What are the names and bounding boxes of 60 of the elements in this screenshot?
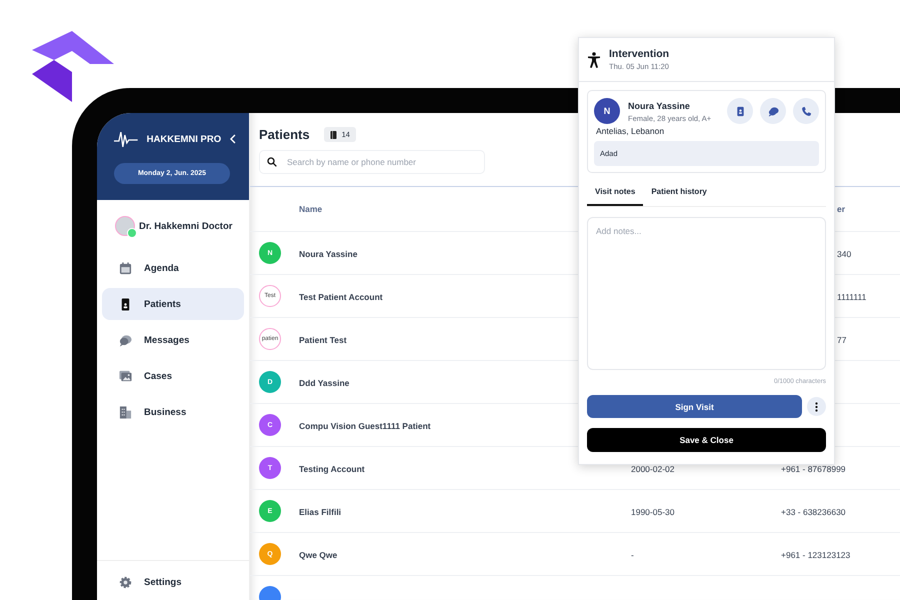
tab[interactable]: Visit notes — [587, 181, 644, 206]
logo-icon — [30, 30, 116, 102]
patient-name: Testing Account — [299, 464, 365, 474]
patient-name: Noura Yassine — [628, 101, 691, 111]
id-card-icon — [734, 106, 746, 116]
calendar-icon — [119, 262, 132, 274]
nav-item[interactable]: Agenda — [102, 252, 244, 284]
patient-name: Patient Test — [299, 335, 347, 345]
birth-date: 1990-05-30 — [631, 507, 674, 517]
sign-visit-button[interactable]: Sign Visit — [587, 395, 802, 418]
phone-icon — [800, 106, 812, 116]
birth-date: 2000-02-02 — [631, 464, 674, 474]
action-button[interactable] — [727, 98, 753, 124]
phone-number: +961 - 123123123 — [781, 550, 850, 560]
phone-number: +961 - 87678999 — [781, 464, 846, 474]
brand-name: HAKKEMNI PRO — [146, 134, 222, 144]
person-icon — [587, 52, 601, 68]
phone-number: 77 — [837, 335, 846, 345]
nav-item[interactable]: Messages — [102, 324, 244, 356]
page-title: Patients — [259, 127, 310, 142]
panel-title: Intervention — [609, 48, 670, 60]
save-close-button[interactable]: Save & Close — [587, 428, 826, 452]
column-header: Name — [299, 204, 324, 214]
phone-number: 1111111 — [837, 292, 866, 302]
search-icon — [267, 157, 277, 167]
book-icon — [330, 130, 337, 138]
more-icon — [815, 402, 818, 412]
nav-item[interactable]: Settings — [102, 566, 182, 598]
more-button[interactable] — [807, 397, 826, 416]
avatar-photo — [115, 216, 135, 236]
phone-number: +33 - 638236630 — [781, 507, 846, 517]
birth-date: - — [631, 550, 634, 560]
patient-name: Qwe Qwe — [299, 550, 338, 560]
chevron-left-icon[interactable] — [229, 134, 237, 144]
action-button[interactable] — [793, 98, 819, 124]
chat-icon — [768, 106, 778, 116]
tab[interactable]: Patient history — [643, 181, 715, 206]
search-field[interactable]: Search by name or phone number — [259, 150, 485, 174]
building-icon — [119, 406, 132, 418]
image-gallery-icon — [119, 370, 132, 382]
online-dot — [127, 228, 137, 238]
patient-name: Noura Yassine — [299, 249, 358, 259]
nav-item[interactable]: Business — [102, 396, 244, 428]
notes-field[interactable]: Add notes... — [587, 217, 826, 370]
patient-location: Antelias, Lebanon — [596, 126, 666, 136]
action-button[interactable] — [760, 98, 786, 124]
avatar-circle: N — [594, 98, 620, 124]
patient-name: Ddd Yassine — [299, 378, 350, 388]
settings-icon — [119, 576, 132, 588]
contact-book-icon — [119, 298, 132, 310]
patient-name: Elias Filfili — [299, 507, 342, 517]
patient-name: Compu Vision Guest1111 Patient — [299, 421, 431, 431]
doctor-name: Dr. Hakkemni Doctor — [139, 220, 232, 232]
heartbeat-icon — [113, 129, 139, 149]
chat-icon — [119, 334, 132, 346]
nav-item[interactable]: Patients — [102, 288, 244, 320]
column-header: er — [836, 204, 846, 214]
patient-name: Test Patient Account — [299, 292, 383, 302]
phone-number: 340 — [837, 249, 852, 259]
nav-item[interactable]: Cases — [102, 360, 244, 392]
